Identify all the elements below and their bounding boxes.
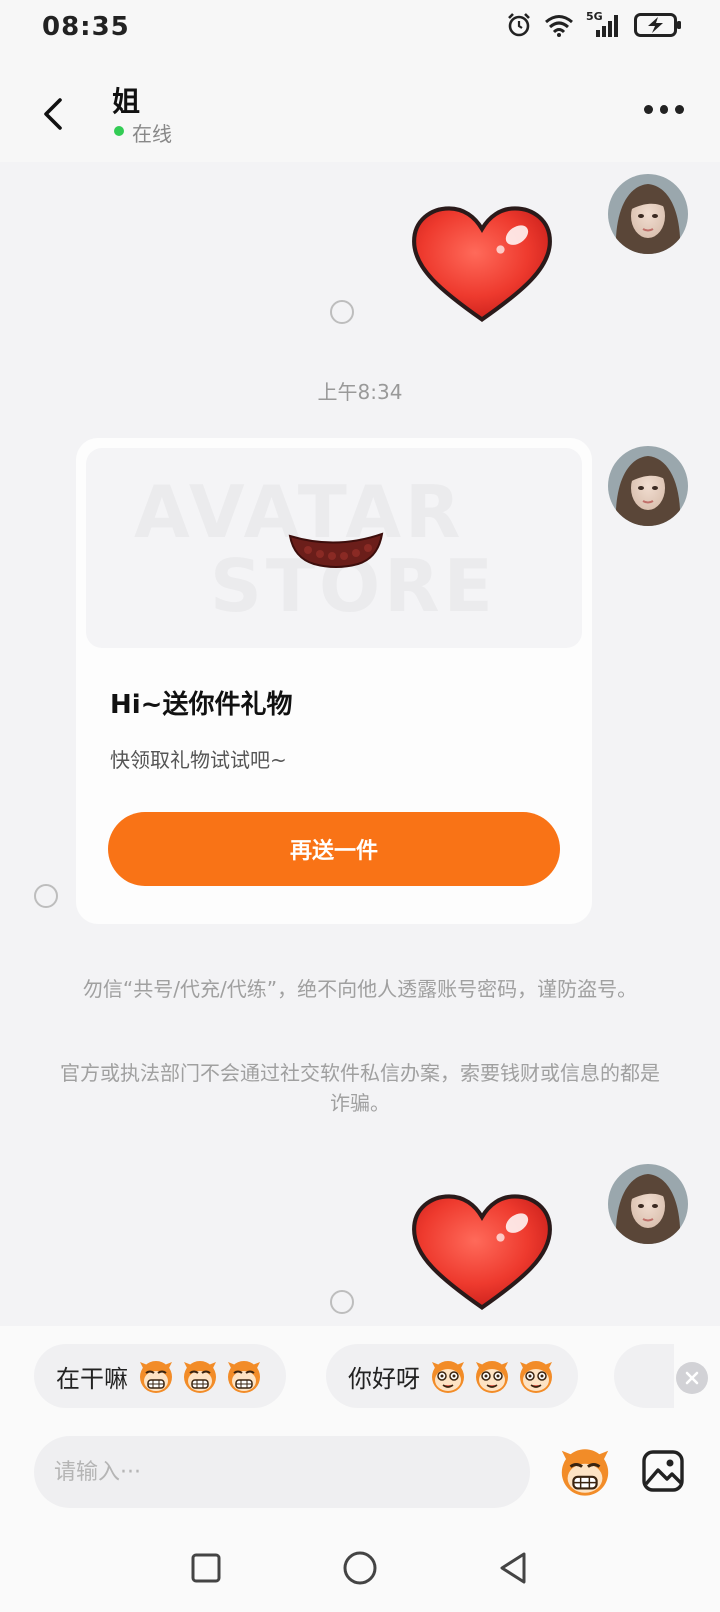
- status-time: 08:35: [42, 12, 130, 42]
- recent-apps-icon[interactable]: [190, 1552, 222, 1584]
- close-quick-replies-icon[interactable]: [676, 1362, 708, 1394]
- grin-monkey-emoji-icon: [180, 1356, 220, 1396]
- quick-reply-text: 你好呀: [348, 1364, 420, 1393]
- more-options-icon[interactable]: [644, 102, 685, 116]
- quick-reply-text: 在干嘛: [56, 1364, 128, 1393]
- grin-monkey-emoji-icon: [136, 1356, 176, 1396]
- happy-monkey-emoji-icon: [472, 1356, 512, 1396]
- home-icon[interactable]: [342, 1550, 378, 1586]
- status-icons: 5G: [506, 10, 682, 38]
- happy-monkey-emoji-icon: [516, 1356, 556, 1396]
- beard-item-image: [288, 532, 384, 568]
- message-status-icon: [330, 300, 354, 324]
- heart-sticker[interactable]: [410, 1192, 554, 1316]
- message-input[interactable]: [34, 1436, 530, 1508]
- back-nav-icon[interactable]: [496, 1550, 530, 1586]
- message-timestamp: 上午8:34: [317, 380, 403, 404]
- avatar[interactable]: [608, 174, 688, 254]
- security-notice: 勿信“共号/代充/代练”，绝不向他人透露账号密码，谨防盗号。: [82, 977, 638, 1001]
- back-icon[interactable]: [38, 94, 68, 134]
- online-status-dot: [114, 126, 124, 136]
- cellular-signal-icon: 5G: [586, 10, 622, 38]
- input-bar: [0, 1420, 720, 1528]
- heart-sticker[interactable]: [410, 204, 554, 328]
- message-status-icon: [34, 884, 58, 908]
- quick-reply-chip-partial[interactable]: [614, 1344, 674, 1408]
- message-list[interactable]: 上午8:34 AVATAR STORE Hi~送你件礼物 快领取礼物试试吧~ 再…: [0, 162, 720, 1326]
- gift-card-subtitle: 快领取礼物试试吧~: [110, 748, 287, 772]
- online-status-text: 在线: [132, 122, 172, 146]
- happy-monkey-emoji-icon: [428, 1356, 468, 1396]
- grin-monkey-emoji-icon: [224, 1356, 264, 1396]
- gift-card-title: Hi~送你件礼物: [110, 690, 293, 720]
- message-status-icon: [330, 1290, 354, 1314]
- status-bar: 08:35 5G: [0, 0, 720, 58]
- battery-icon: [634, 13, 681, 37]
- image-picker-icon[interactable]: [640, 1448, 686, 1494]
- avatar[interactable]: [608, 1164, 688, 1244]
- emoji-sticker-icon[interactable]: [556, 1442, 614, 1500]
- wifi-icon: [545, 15, 573, 37]
- system-navigation-bar: [0, 1528, 720, 1612]
- avatar[interactable]: [608, 446, 688, 526]
- contact-name: 姐: [112, 85, 141, 118]
- gift-card[interactable]: AVATAR STORE Hi~送你件礼物 快领取礼物试试吧~ 再送一件: [76, 438, 592, 924]
- gift-image: AVATAR STORE: [86, 448, 582, 648]
- alarm-icon: [508, 13, 530, 37]
- quick-reply-chip[interactable]: 你好呀: [326, 1344, 578, 1408]
- quick-reply-chip[interactable]: 在干嘛: [34, 1344, 286, 1408]
- chat-header: 姐 在线: [0, 58, 720, 162]
- quick-reply-bar: 在干嘛 你好呀: [0, 1326, 720, 1420]
- send-another-gift-button[interactable]: 再送一件: [108, 812, 560, 886]
- fraud-notice: 官方或执法部门不会通过社交软件私信办案，索要钱财或信息的都是诈骗。: [60, 1061, 660, 1115]
